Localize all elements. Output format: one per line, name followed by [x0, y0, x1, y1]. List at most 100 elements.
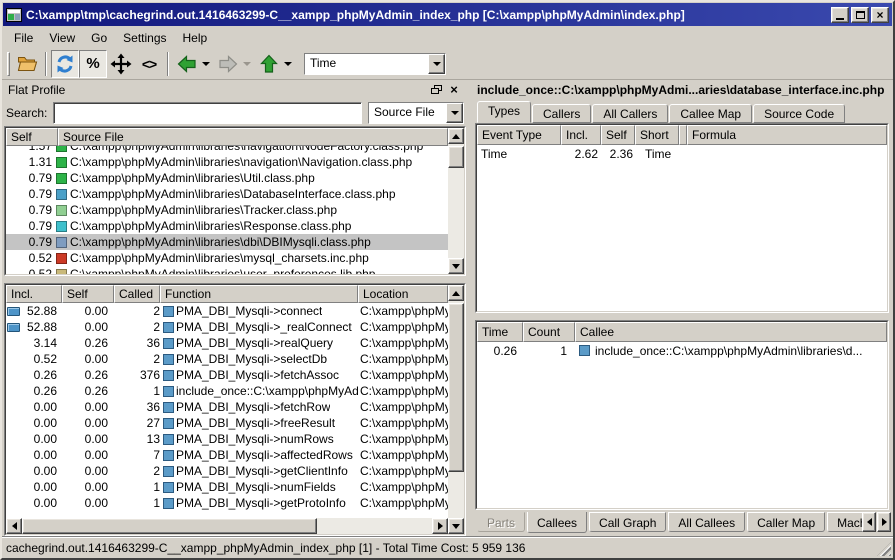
view-tab[interactable]: Machine — [827, 512, 862, 532]
column-header-self[interactable]: Self — [601, 125, 635, 145]
source-file-row[interactable]: 1.31 C:\xampp\phpMyAdmin\libraries\navig… — [6, 154, 448, 170]
menu-item[interactable]: Go — [83, 29, 115, 47]
view-tab[interactable]: Parts — [477, 512, 525, 532]
function-row[interactable]: 0.26 0.26 1 include_once::C:\xampp\phpMy… — [6, 383, 448, 399]
function-row[interactable]: 0.00 0.00 1 PMA_DBI_Mysqli->getProtoInfo… — [6, 495, 448, 511]
view-tab[interactable]: Caller Map — [747, 512, 825, 532]
column-header-short[interactable]: Short — [635, 125, 679, 145]
column-header-source-file[interactable]: Source File — [58, 128, 448, 146]
panel-splitter[interactable] — [466, 80, 473, 536]
incl-cell: 2.62 — [561, 147, 601, 161]
function-row[interactable]: 0.52 0.00 2 PMA_DBI_Mysqli->selectDb C:\… — [6, 351, 448, 367]
source-file-row[interactable]: 0.79 C:\xampp\phpMyAdmin\libraries\Respo… — [6, 218, 448, 234]
menu-item[interactable]: Settings — [115, 29, 174, 47]
back-button[interactable] — [173, 50, 201, 78]
source-file-row[interactable]: 1.57 C:\xampp\phpMyAdmin\libraries\navig… — [6, 146, 448, 154]
column-header-self[interactable]: Self — [6, 128, 58, 146]
minimize-button[interactable] — [831, 7, 849, 23]
function-row[interactable]: 0.00 0.00 2 PMA_DBI_Mysqli->getClientInf… — [6, 463, 448, 479]
function-row[interactable]: 3.14 0.26 36 PMA_DBI_Mysqli->realQuery C… — [6, 335, 448, 351]
view-tab[interactable]: All Callees — [668, 512, 745, 532]
function-row[interactable]: 52.88 0.00 2 PMA_DBI_Mysqli->connect C:\… — [6, 303, 448, 319]
column-header-incl[interactable]: Incl. — [561, 125, 601, 145]
dock-float-button[interactable] — [428, 83, 444, 97]
combobox-dropdown-icon[interactable] — [428, 54, 445, 74]
toolbar-handle[interactable] — [7, 52, 10, 76]
function-row[interactable]: 52.88 0.00 2 PMA_DBI_Mysqli->_realConnec… — [6, 319, 448, 335]
column-header-self[interactable]: Self — [62, 285, 114, 303]
scroll-up-icon[interactable] — [448, 128, 464, 144]
source-file-row[interactable]: 0.52 C:\xampp\phpMyAdmin\libraries\mysql… — [6, 250, 448, 266]
scrollbar-thumb[interactable] — [448, 146, 464, 168]
view-tab[interactable]: Callees — [527, 512, 587, 533]
detail-tab[interactable]: Callee Map — [669, 104, 752, 123]
reload-button[interactable] — [51, 50, 79, 78]
grouping-combobox[interactable]: Source File — [368, 102, 464, 124]
horizontal-scrollbar[interactable] — [6, 518, 448, 534]
source-file-row[interactable]: 0.79 C:\xampp\phpMyAdmin\libraries\dbi\D… — [6, 234, 448, 250]
callee-row[interactable]: 0.26 1 include_once::C:\xampp\phpMyAdmin… — [477, 342, 887, 359]
detail-tab[interactable]: All Callers — [592, 104, 668, 123]
back-dropdown-icon[interactable] — [202, 62, 210, 66]
column-header-incl[interactable]: Incl. — [6, 285, 62, 303]
menu-item[interactable]: File — [6, 29, 41, 47]
tab-scroll-right-icon[interactable] — [877, 512, 891, 532]
function-row[interactable]: 0.26 0.26 376 PMA_DBI_Mysqli->fetchAssoc… — [6, 367, 448, 383]
detail-tab[interactable]: Types — [477, 101, 531, 123]
scrollbar-track[interactable] — [448, 144, 464, 258]
scrollbar-track[interactable] — [22, 518, 432, 534]
column-header-location[interactable]: Location — [358, 285, 448, 303]
scrollbar-track[interactable] — [448, 301, 464, 518]
vertical-scrollbar[interactable] — [448, 285, 464, 534]
function-row[interactable]: 0.00 0.00 1 PMA_DBI_Mysqli->numFields C:… — [6, 479, 448, 495]
detail-tab[interactable]: Source Code — [753, 104, 845, 123]
function-icon — [163, 418, 174, 429]
self-cost-cell: 0.26 — [62, 368, 114, 382]
resize-grip[interactable] — [877, 542, 891, 556]
event-type-row[interactable]: Time 2.62 2.36 Time — [477, 145, 887, 162]
scroll-left-icon[interactable] — [6, 518, 22, 534]
up-button[interactable] — [255, 50, 283, 78]
function-row[interactable]: 0.00 0.00 7 PMA_DBI_Mysqli->affectedRows… — [6, 447, 448, 463]
menu-item[interactable]: Help — [175, 29, 216, 47]
tab-scroll-left-icon[interactable] — [862, 512, 876, 532]
dock-close-button[interactable]: × — [446, 83, 462, 97]
detail-tab[interactable]: Callers — [532, 104, 591, 123]
menu-item[interactable]: View — [41, 29, 83, 47]
up-dropdown-icon[interactable] — [284, 62, 292, 66]
column-header-callee[interactable]: Callee — [575, 322, 887, 342]
source-file-row[interactable]: 0.52 C:\xampp\phpMyAdmin\libraries\user_… — [6, 266, 448, 274]
view-tab[interactable]: Call Graph — [589, 512, 666, 532]
scroll-down-icon[interactable] — [448, 258, 464, 274]
scrollbar-thumb[interactable] — [22, 518, 317, 534]
scroll-down-icon[interactable] — [448, 518, 464, 534]
event-type-combobox[interactable]: Time — [304, 53, 446, 75]
title-bar[interactable]: C:\xampp\tmp\cachegrind.out.1416463299-C… — [3, 3, 892, 26]
function-row[interactable]: 0.00 0.00 13 PMA_DBI_Mysqli->numRows C:\… — [6, 431, 448, 447]
source-file-row[interactable]: 0.79 C:\xampp\phpMyAdmin\libraries\Datab… — [6, 186, 448, 202]
scroll-right-icon[interactable] — [432, 518, 448, 534]
search-input[interactable] — [53, 102, 362, 124]
scrollbar-thumb[interactable] — [448, 303, 464, 472]
open-file-button[interactable] — [13, 50, 41, 78]
column-header-time[interactable]: Time — [477, 322, 523, 342]
column-header-count[interactable]: Count — [523, 322, 575, 342]
column-header-formula[interactable]: Formula — [687, 125, 887, 145]
combobox-dropdown-icon[interactable] — [446, 103, 463, 123]
event-types-table-frame: Event Type Incl. Self Short Formula Time — [475, 123, 889, 313]
dock-title-bar[interactable]: Flat Profile × — [4, 80, 466, 100]
maximize-button[interactable] — [851, 7, 869, 23]
vertical-scrollbar[interactable] — [448, 128, 464, 274]
function-row[interactable]: 0.00 0.00 36 PMA_DBI_Mysqli->fetchRow C:… — [6, 399, 448, 415]
function-row[interactable]: 0.00 0.00 27 PMA_DBI_Mysqli->freeResult … — [6, 415, 448, 431]
column-header-called[interactable]: Called — [114, 285, 160, 303]
close-button[interactable]: × — [871, 7, 889, 23]
percent-toggle-button[interactable]: % — [79, 50, 107, 78]
scroll-up-icon[interactable] — [448, 285, 464, 301]
source-file-row[interactable]: 0.79 C:\xampp\phpMyAdmin\libraries\Util.… — [6, 170, 448, 186]
column-header-event-type[interactable]: Event Type — [477, 125, 561, 145]
move-button[interactable] — [107, 50, 135, 78]
column-header-function[interactable]: Function — [160, 285, 358, 303]
relative-cost-button[interactable]: <> — [135, 50, 163, 78]
source-file-row[interactable]: 0.79 C:\xampp\phpMyAdmin\libraries\Track… — [6, 202, 448, 218]
